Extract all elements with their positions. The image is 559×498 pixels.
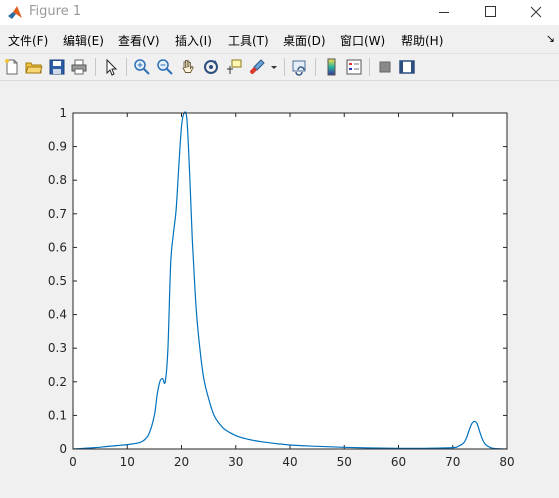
new-figure-icon[interactable] bbox=[3, 58, 21, 76]
window-title: Figure 1 bbox=[29, 4, 82, 19]
close-button[interactable] bbox=[513, 0, 559, 25]
menu-edit[interactable]: 编辑(E) bbox=[63, 32, 104, 49]
x-tick-label: 80 bbox=[499, 455, 514, 469]
matlab-logo-icon bbox=[8, 6, 22, 19]
y-tick-label: 0.8 bbox=[48, 173, 67, 187]
save-icon[interactable] bbox=[48, 58, 66, 76]
x-tick-label: 0 bbox=[69, 455, 77, 469]
toolbar-separator bbox=[95, 58, 96, 76]
close-icon bbox=[530, 6, 542, 18]
dock-arrow-icon[interactable]: ↘ bbox=[546, 32, 555, 45]
minimize-button[interactable] bbox=[421, 0, 467, 25]
edit-plot-arrow-icon[interactable] bbox=[102, 58, 120, 76]
brush-dropdown-icon[interactable] bbox=[269, 58, 279, 76]
y-tick-label: 0.1 bbox=[48, 408, 67, 422]
open-file-icon[interactable] bbox=[25, 58, 43, 76]
y-tick-label: 0.9 bbox=[48, 140, 67, 154]
y-tick-label: 1 bbox=[59, 106, 67, 120]
legend-icon[interactable] bbox=[345, 58, 363, 76]
pan-hand-icon[interactable] bbox=[179, 58, 197, 76]
minimize-icon bbox=[439, 12, 449, 13]
menu-file[interactable]: 文件(F) bbox=[8, 32, 48, 49]
y-tick-label: 0.3 bbox=[48, 341, 67, 355]
menu-tools[interactable]: 工具(T) bbox=[228, 32, 269, 49]
colorbar-icon[interactable] bbox=[322, 58, 340, 76]
x-tick-label: 50 bbox=[337, 455, 352, 469]
x-tick-label: 70 bbox=[445, 455, 460, 469]
x-tick-label: 30 bbox=[228, 455, 243, 469]
menu-bar: 文件(F) 编辑(E) 查看(V) 插入(I) 工具(T) 桌面(D) 窗口(W… bbox=[0, 29, 559, 49]
menu-help[interactable]: 帮助(H) bbox=[401, 32, 443, 49]
zoom-in-icon[interactable] bbox=[133, 58, 151, 76]
title-bar: Figure 1 bbox=[0, 0, 559, 25]
toolbar-separator bbox=[284, 58, 285, 76]
toolbar-separator bbox=[369, 58, 370, 76]
y-tick-label: 0.6 bbox=[48, 240, 67, 254]
x-tick-label: 10 bbox=[120, 455, 135, 469]
rotate-3d-icon[interactable] bbox=[202, 58, 220, 76]
maximize-button[interactable] bbox=[467, 0, 513, 25]
hide-plot-tools-icon[interactable] bbox=[376, 58, 394, 76]
print-icon[interactable] bbox=[70, 58, 88, 76]
x-tick-label: 40 bbox=[282, 455, 297, 469]
show-plot-tools-icon[interactable] bbox=[398, 58, 416, 76]
toolbar-separator bbox=[126, 58, 127, 76]
menu-window[interactable]: 窗口(W) bbox=[340, 32, 385, 49]
y-tick-label: 0.4 bbox=[48, 308, 67, 322]
menu-insert[interactable]: 插入(I) bbox=[175, 32, 212, 49]
toolbar-separator bbox=[315, 58, 316, 76]
y-tick-label: 0.2 bbox=[48, 375, 67, 389]
brush-icon[interactable] bbox=[248, 58, 266, 76]
axes-background[interactable] bbox=[73, 113, 507, 449]
menu-desktop[interactable]: 桌面(D) bbox=[283, 32, 326, 49]
y-tick-label: 0.5 bbox=[48, 274, 67, 288]
x-tick-label: 60 bbox=[391, 455, 406, 469]
figure-canvas: 0 10 20 30 40 50 60 70 80 0 0.1 0.2 0.3 0.4 0.5 0.6 0.7 0… bbox=[0, 81, 559, 494]
link-plot-icon[interactable] bbox=[291, 58, 309, 76]
y-tick-label: 0 bbox=[59, 442, 67, 456]
plot-svg: 0 10 20 30 40 50 60 70 80 0 0.1 0.2 0.3 0.4 0.5 0.6 0.7 0… bbox=[48, 106, 515, 469]
x-tick-label: 20 bbox=[174, 455, 189, 469]
figure-toolbar bbox=[0, 53, 559, 81]
zoom-out-icon[interactable] bbox=[156, 58, 174, 76]
data-cursor-icon[interactable] bbox=[225, 58, 243, 76]
y-tick-label: 0.7 bbox=[48, 207, 67, 221]
menu-view[interactable]: 查看(V) bbox=[118, 32, 160, 49]
maximize-icon bbox=[485, 6, 496, 17]
